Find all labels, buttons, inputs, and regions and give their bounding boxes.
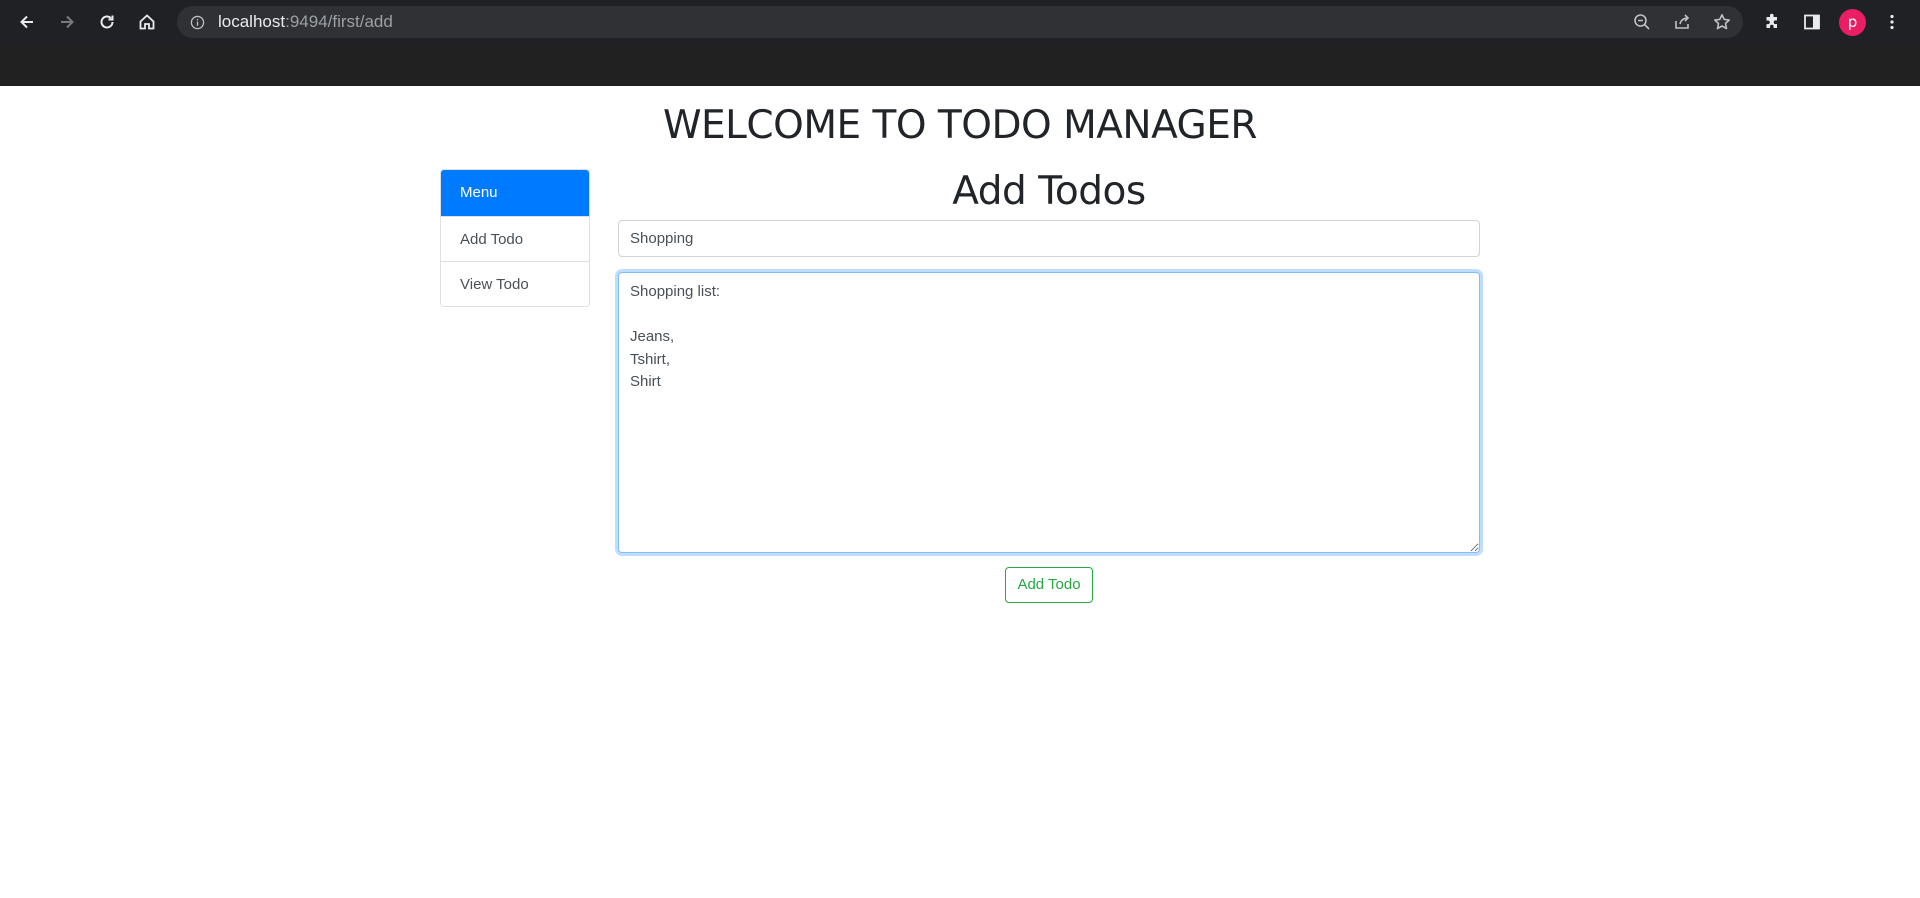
browser-toolbar: localhost:9494/first/add p: [0, 0, 1920, 44]
sidebar-menu-header[interactable]: Menu: [441, 170, 589, 216]
zoom-out-icon: [1634, 14, 1650, 30]
todo-content-textarea[interactable]: Shopping list: Jeans, Tshirt, Shirt: [618, 272, 1480, 553]
forward-arrow-icon: [61, 15, 74, 29]
more-vertical-icon: [1890, 14, 1894, 30]
star-icon: [1714, 14, 1730, 30]
zoom-button[interactable]: [1630, 12, 1654, 32]
sidebar-item-view-todo[interactable]: View Todo: [441, 261, 589, 306]
profile-avatar[interactable]: p: [1839, 9, 1866, 36]
reload-icon: [100, 15, 114, 29]
forward-button[interactable]: [53, 8, 81, 36]
back-arrow-icon: [20, 15, 33, 29]
extensions-button[interactable]: [1760, 10, 1784, 34]
page-title: WELCOME TO TODO MANAGER: [662, 103, 1258, 148]
form-heading: Add Todos: [952, 169, 1146, 214]
share-button[interactable]: [1670, 12, 1694, 32]
share-icon: [1675, 14, 1690, 29]
add-todo-button[interactable]: Add Todo: [1005, 567, 1093, 603]
todo-title-input[interactable]: [618, 220, 1480, 257]
bookmark-button[interactable]: [1710, 12, 1734, 32]
sidebar-item-add-todo[interactable]: Add Todo: [441, 216, 589, 261]
url-text[interactable]: localhost:9494/first/add: [218, 13, 393, 31]
url-path: :9494/first/add: [285, 12, 393, 31]
side-panel-button[interactable]: [1800, 10, 1824, 34]
extensions-icon: [1766, 13, 1777, 28]
address-bar[interactable]: localhost:9494/first/add: [177, 6, 1743, 38]
sidebar-menu: Menu Add Todo View Todo: [440, 169, 590, 307]
reload-button[interactable]: [93, 8, 121, 36]
back-button[interactable]: [13, 8, 41, 36]
home-icon: [139, 14, 155, 30]
side-panel-icon: [1804, 14, 1820, 30]
browser-menu-button[interactable]: [1880, 10, 1904, 34]
app-navbar: [0, 44, 1920, 86]
url-host: localhost: [218, 12, 286, 31]
info-icon[interactable]: [187, 12, 207, 32]
home-button[interactable]: [133, 8, 161, 36]
